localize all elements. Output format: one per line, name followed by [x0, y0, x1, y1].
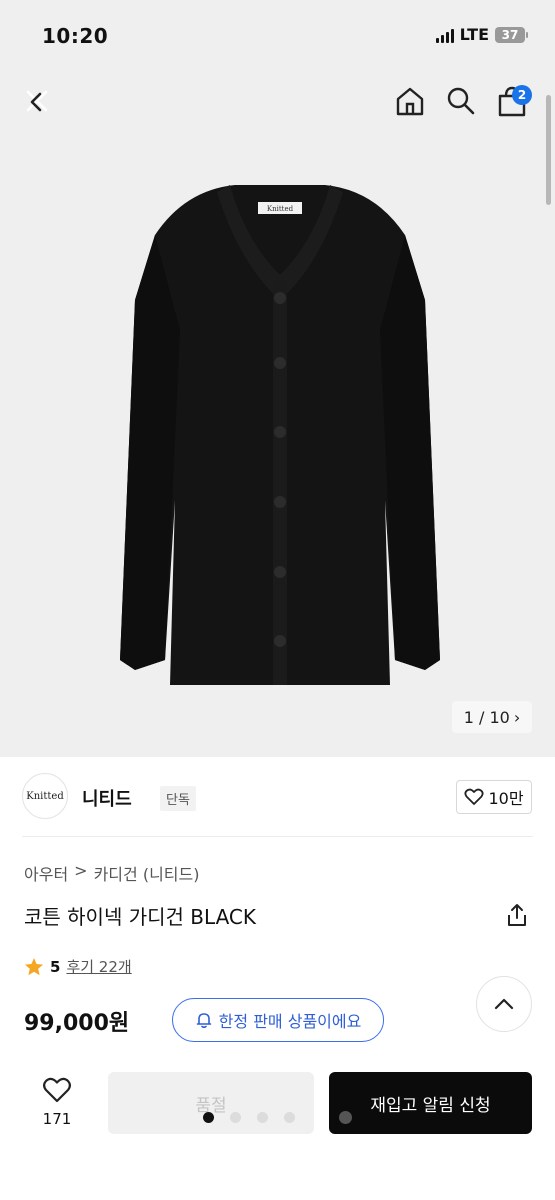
search-icon[interactable]	[444, 84, 478, 118]
chevron-right-icon: ›	[513, 707, 521, 727]
garment-label-text: Knitted	[267, 205, 294, 213]
rating-score: 5	[50, 957, 61, 976]
star-icon	[25, 957, 43, 975]
soldout-button: 품절	[108, 1072, 314, 1134]
top-navigation	[0, 78, 555, 128]
status-time: 10:20	[42, 24, 109, 48]
breadcrumb-item[interactable]: 아우터	[24, 861, 68, 885]
status-bar: 10:20 LTE 37	[0, 0, 555, 70]
product-image[interactable]: Knitted	[95, 180, 465, 690]
cart-count-badge: 2	[512, 85, 532, 105]
gallery-pager[interactable]: 1 / 10 ›	[452, 701, 532, 733]
scroll-top-button[interactable]	[476, 976, 532, 1032]
close-icon[interactable]	[20, 84, 54, 118]
rating-row: 5 후기 22개	[24, 956, 132, 977]
brand-name[interactable]: 니티드	[82, 785, 132, 811]
network-type: LTE	[459, 25, 489, 44]
heart-icon	[464, 788, 484, 805]
breadcrumb: 아우터 > 카디건 (니티드)	[24, 861, 199, 885]
assistive-touch-dot[interactable]	[339, 1111, 352, 1124]
brand-logo[interactable]: Knitted	[22, 773, 68, 819]
breadcrumb-item[interactable]: 카디건 (니티드)	[94, 861, 200, 885]
home-icon[interactable]	[393, 84, 427, 118]
brand-like-count: 10만	[488, 789, 524, 808]
breadcrumb-separator: >	[74, 861, 88, 880]
limited-sale-label: 한정 판매 상품이에요	[218, 1012, 362, 1031]
brand-row: Knitted 니티드 단독 10만	[22, 773, 532, 821]
battery-icon: 37	[495, 26, 528, 43]
pager-text: 1 / 10	[463, 707, 510, 727]
share-icon[interactable]	[504, 902, 530, 928]
product-price: 99,000원	[24, 1011, 130, 1036]
bottom-action-bar: 171 품절 재입고 알림 신청	[0, 1058, 555, 1200]
brand-logo-text: Knitted	[26, 790, 64, 802]
restock-notify-button[interactable]: 재입고 알림 신청	[329, 1072, 532, 1134]
review-link[interactable]: 후기 22개	[66, 956, 131, 977]
limited-sale-badge[interactable]: 한정 판매 상품이에요	[172, 998, 384, 1042]
brand-like-button[interactable]: 10만	[456, 780, 532, 814]
exclusive-badge: 단독	[160, 786, 196, 811]
wishlist-count: 171	[42, 1110, 72, 1128]
wishlist-button[interactable]: 171	[36, 1076, 78, 1128]
product-title: 코튼 하이넥 가디건 BLACK	[24, 905, 257, 929]
signal-icon	[435, 27, 454, 43]
chevron-up-icon	[494, 998, 514, 1010]
bell-icon	[196, 1013, 211, 1029]
heart-icon	[43, 1077, 71, 1103]
page-dots	[203, 1112, 295, 1123]
status-indicators: LTE 37	[435, 25, 528, 44]
divider	[22, 836, 533, 837]
